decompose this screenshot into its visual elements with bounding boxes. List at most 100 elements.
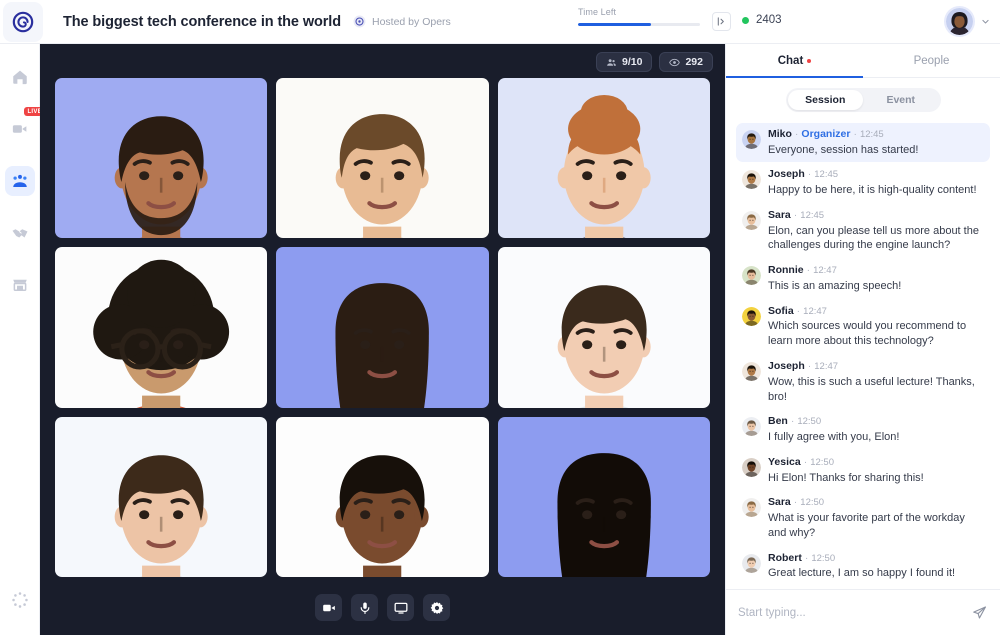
toggle-microphone-button[interactable] xyxy=(351,594,378,621)
eye-icon xyxy=(669,58,681,66)
collapse-panel-button[interactable] xyxy=(712,12,731,31)
message-header: Joseph · 12:47 xyxy=(768,360,984,374)
send-paper-plane-icon xyxy=(972,606,986,619)
message-separator: · xyxy=(793,496,798,509)
message-header: Sara · 12:50 xyxy=(768,496,984,510)
message-author: Sara xyxy=(768,496,791,509)
chat-message-list[interactable]: Miko · Organizer · 12:45 Everyone, sessi… xyxy=(726,121,1000,589)
message-timestamp: 12:47 xyxy=(814,361,839,373)
message-timestamp: 12:45 xyxy=(800,209,825,221)
participant-video xyxy=(498,417,710,577)
segment-event[interactable]: Event xyxy=(863,90,939,110)
participant-video xyxy=(498,247,710,408)
toggle-camera-button[interactable] xyxy=(315,594,342,621)
main-body: LIVE 9/10 292 Chat People Session Event … xyxy=(0,44,1000,635)
avatar[interactable] xyxy=(944,6,975,37)
message-timestamp: 12:50 xyxy=(811,552,836,564)
participant-tile-9[interactable] xyxy=(497,416,710,577)
participant-tile-6[interactable] xyxy=(497,247,710,408)
send-message-button[interactable] xyxy=(970,604,988,622)
message-text: I fully agree with you, Elon! xyxy=(768,431,900,444)
host-chip[interactable]: Hosted by Opers xyxy=(353,15,451,28)
message-header: Ben · 12:50 xyxy=(768,415,984,429)
message-timestamp: 12:50 xyxy=(810,456,834,468)
message-text: Hi Elon! Thanks for sharing this! xyxy=(768,471,924,484)
participant-tile-3[interactable] xyxy=(497,78,710,239)
time-left-fill xyxy=(578,23,652,26)
participant-tile-8[interactable] xyxy=(276,416,489,577)
message-separator: · xyxy=(804,551,809,564)
settings-button[interactable] xyxy=(423,594,450,621)
message-author: Joseph xyxy=(768,168,805,181)
tab-people[interactable]: People xyxy=(863,44,1000,77)
sidebar-item-settings[interactable] xyxy=(0,591,40,609)
message-header: Sofia · 12:47 xyxy=(768,305,984,319)
time-left-indicator: Time Left xyxy=(578,7,700,26)
app-logo[interactable] xyxy=(3,1,43,42)
message-avatar xyxy=(742,417,761,437)
message-text: This is an amazing speech! xyxy=(768,279,902,292)
message-header: Ronnie · 12:47 xyxy=(768,264,984,278)
chat-message[interactable]: Joseph · 12:47 Wow, this is such a usefu… xyxy=(736,355,990,409)
participant-tile-1[interactable] xyxy=(55,78,268,239)
message-avatar xyxy=(742,210,761,230)
chat-message[interactable]: Joseph · 12:45 Happy to be here, it is h… xyxy=(736,163,990,202)
chat-message[interactable]: Yesica · 12:50 Hi Elon! Thanks for shari… xyxy=(736,451,990,490)
message-avatar xyxy=(742,498,761,518)
message-author: Sara xyxy=(768,208,791,221)
message-header: Robert · 12:50 xyxy=(768,552,984,566)
sidebar-item-expo[interactable] xyxy=(5,270,35,300)
sidebar-item-home[interactable] xyxy=(5,62,35,92)
participant-tile-2[interactable] xyxy=(276,78,489,239)
sidebar-item-networking[interactable] xyxy=(4,166,35,196)
people-group-icon xyxy=(12,174,27,187)
settings-gear-icon xyxy=(430,601,443,614)
video-stage: 9/10 292 xyxy=(40,44,725,635)
chat-message[interactable]: Ben · 12:50 I fully agree with you, Elon… xyxy=(736,410,990,449)
chat-input[interactable] xyxy=(738,606,962,619)
participant-video xyxy=(55,247,267,408)
chat-message[interactable]: Sara · 12:50 What is your favorite part … xyxy=(736,491,990,545)
message-separator: · xyxy=(790,415,795,428)
participant-tile-7[interactable] xyxy=(55,416,268,577)
handshake-icon xyxy=(12,229,27,238)
user-menu[interactable] xyxy=(944,6,990,37)
sidebar-item-live-sessions[interactable]: LIVE xyxy=(5,107,46,144)
share-screen-button[interactable] xyxy=(387,594,414,621)
viewers-badge[interactable]: 292 xyxy=(659,52,713,72)
participants-badge[interactable]: 9/10 xyxy=(596,52,653,72)
message-body: Joseph · 12:45 Happy to be here, it is h… xyxy=(768,168,984,197)
tab-chat[interactable]: Chat xyxy=(726,44,863,78)
segment-session[interactable]: Session xyxy=(787,90,863,110)
online-status-dot xyxy=(742,16,749,24)
sidebar-item-sponsors[interactable] xyxy=(5,218,35,248)
chat-message[interactable]: Sofia · 12:47 Which sources would you re… xyxy=(736,300,990,354)
chat-message[interactable]: Ronnie · 12:47 This is an amazing speech… xyxy=(736,259,990,298)
message-avatar-image xyxy=(742,130,761,149)
participant-video xyxy=(276,417,488,577)
message-avatar xyxy=(742,362,761,382)
message-timestamp: 12:47 xyxy=(813,265,837,277)
message-avatar-image xyxy=(742,553,761,573)
message-body: Sara · 12:50 What is your favorite part … xyxy=(768,496,984,540)
message-header: Sara · 12:45 xyxy=(768,209,984,223)
message-author: Joseph xyxy=(768,360,805,373)
chevron-down-icon[interactable] xyxy=(981,17,990,26)
chat-scope-switcher: Session Event xyxy=(726,78,1000,121)
host-label: Hosted by Opers xyxy=(372,15,451,28)
message-text: Which sources would you recommend to lea… xyxy=(768,320,967,348)
chat-message[interactable]: Robert · 12:50 Great lecture, I am so ha… xyxy=(736,547,990,586)
participant-video xyxy=(276,78,488,239)
message-avatar-image xyxy=(742,170,761,190)
video-conference-app: The biggest tech conference in the world… xyxy=(0,0,1000,635)
participant-grid xyxy=(55,78,710,577)
message-author-role: Organizer xyxy=(801,128,851,140)
participant-tile-5[interactable] xyxy=(276,247,489,408)
chat-message[interactable]: Miko · Organizer · 12:45 Everyone, sessi… xyxy=(736,123,990,163)
participant-tile-4[interactable] xyxy=(55,247,268,408)
chat-message[interactable]: Sara · 12:45 Elon, can you please tell u… xyxy=(736,204,990,258)
message-avatar xyxy=(742,130,761,149)
message-timestamp: 12:47 xyxy=(803,305,827,317)
tab-people-label: People xyxy=(913,54,950,67)
message-author: Yesica xyxy=(768,455,801,468)
